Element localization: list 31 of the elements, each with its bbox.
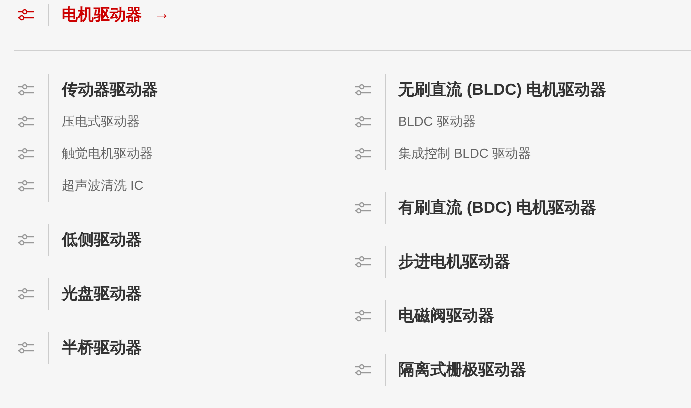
category-link[interactable]: 有刷直流 (BDC) 电机驱动器 — [398, 198, 597, 218]
subcategory-link[interactable]: 超声波清洗 IC — [62, 177, 144, 195]
category-link[interactable]: 电机驱动器 — [62, 4, 142, 26]
subcategory-link[interactable]: BLDC 驱动器 — [398, 113, 476, 131]
category-link[interactable]: 传动器驱动器 — [62, 80, 158, 100]
sliders-icon — [354, 148, 370, 160]
arrow-icon[interactable]: → — [154, 6, 170, 24]
category-link[interactable]: 半桥驱动器 — [62, 338, 142, 358]
sliders-icon — [354, 310, 370, 322]
sliders-icon — [18, 9, 34, 21]
subcategory-link[interactable]: 触觉电机驱动器 — [62, 145, 153, 163]
category-link[interactable]: 隔离式栅极驱动器 — [398, 360, 526, 380]
sliders-icon — [354, 84, 370, 96]
category-link[interactable]: 无刷直流 (BLDC) 电机驱动器 — [398, 80, 606, 100]
category-link[interactable]: 电磁阀驱动器 — [398, 306, 494, 326]
sliders-icon — [354, 256, 370, 268]
sliders-icon — [18, 234, 34, 246]
subcategory-link[interactable]: 集成控制 BLDC 驱动器 — [398, 145, 532, 163]
sliders-icon — [354, 202, 370, 214]
sliders-icon — [18, 84, 34, 96]
sliders-icon — [18, 342, 34, 354]
subcategory-link[interactable]: 压电式驱动器 — [62, 113, 140, 131]
category-link[interactable]: 步进电机驱动器 — [398, 252, 510, 272]
category-link[interactable]: 光盘驱动器 — [62, 284, 142, 304]
sliders-icon — [354, 364, 370, 376]
sliders-icon — [18, 288, 34, 300]
sliders-icon — [18, 180, 34, 192]
sliders-icon — [354, 116, 370, 128]
category-link[interactable]: 低侧驱动器 — [62, 230, 142, 250]
sliders-icon — [18, 116, 34, 128]
sliders-icon — [18, 148, 34, 160]
